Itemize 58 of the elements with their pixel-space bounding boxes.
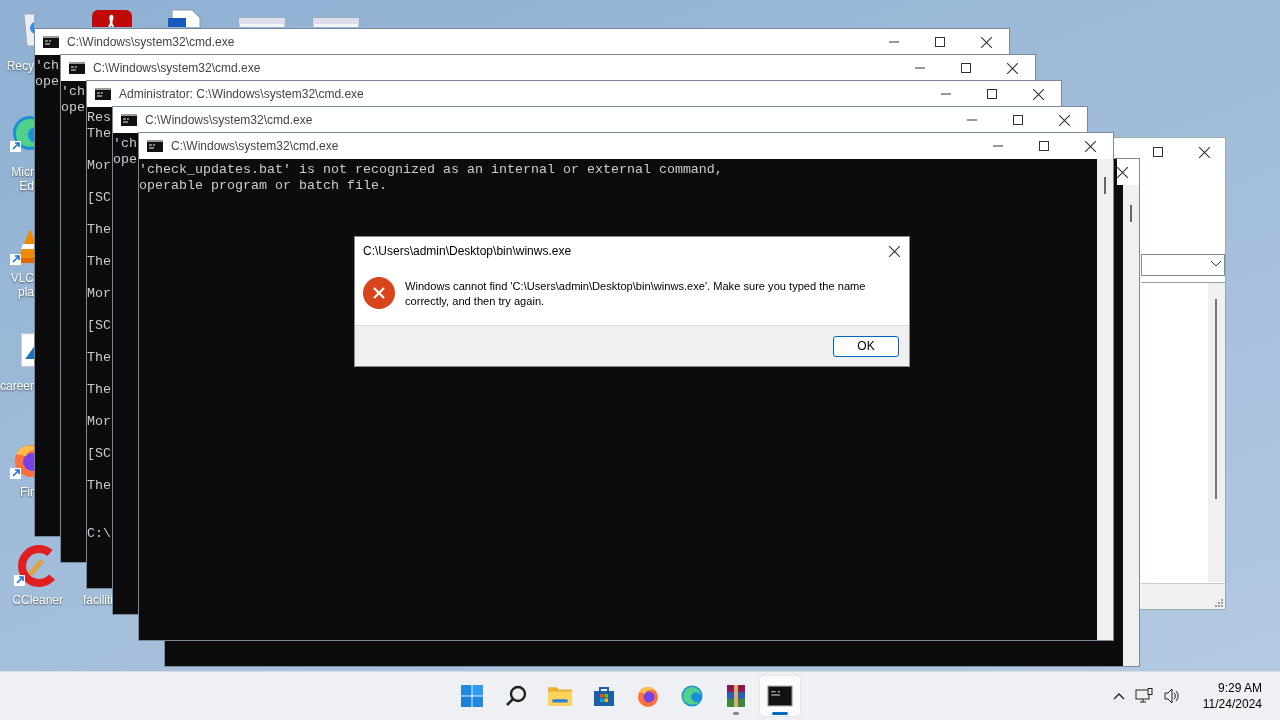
console-line: The	[87, 478, 111, 494]
terminal-icon	[147, 140, 163, 152]
scrollbar[interactable]	[1097, 159, 1113, 640]
close-icon[interactable]	[1117, 159, 1139, 185]
desktop-icon-label: career	[0, 379, 34, 393]
console-line: 'ch	[61, 84, 85, 100]
dialog-title: C:\Users\admin\Desktop\bin\winws.exe	[363, 244, 573, 258]
desktop-icon-label: Micr	[11, 165, 34, 179]
console-line: [SC	[87, 446, 111, 462]
console-line: Res	[87, 110, 111, 126]
console-line: ope	[35, 74, 59, 90]
desktop-icon-label: Recy	[6, 59, 34, 73]
desktop-icon-label: VLC	[10, 271, 34, 285]
terminal-icon	[69, 62, 85, 74]
desktop-icon-label: pla	[18, 285, 34, 299]
console-line: ope	[113, 152, 137, 168]
console-line: 'ch	[35, 58, 59, 74]
ok-button[interactable]: OK	[833, 335, 899, 357]
error-message: Windows cannot find 'C:\Users\admin\Desktop\bin\winws.exe'. Make sure you typed the name correctly, and then try again.	[405, 279, 867, 309]
console-line: Mor	[87, 158, 111, 174]
window-title: Administrator: C:\Windows\system32\cmd.exe	[119, 87, 365, 101]
image-icon[interactable]	[18, 332, 34, 368]
desktop-icon-label: Ed	[19, 179, 34, 193]
console-line: [SC	[87, 190, 111, 206]
console-line: The	[87, 382, 111, 398]
console-line: The	[87, 254, 111, 270]
window-title: C:\Windows\system32\cmd.exe	[171, 139, 340, 153]
console-line: operable program or batch file.	[139, 178, 387, 194]
pdf-icon[interactable]	[90, 8, 134, 27]
resize-grip-icon[interactable]	[1215, 599, 1223, 607]
console-line: Mor	[87, 414, 111, 430]
terminal-icon[interactable]	[760, 676, 801, 716]
console-line: [SC	[87, 318, 111, 334]
error-icon	[363, 277, 395, 309]
console-line: The	[87, 222, 111, 238]
desktop-icon-label: faciliti	[83, 593, 113, 607]
desktop-icon-label: CCleaner	[12, 593, 63, 607]
clock-date[interactable]: 11/24/2024	[1202, 696, 1262, 712]
window-title: C:\Windows\system32\cmd.exe	[145, 113, 314, 127]
network-icon[interactable]	[1134, 688, 1153, 704]
terminal-icon	[43, 36, 59, 48]
console-line: The	[87, 350, 111, 366]
chevron-down-icon[interactable]	[1211, 261, 1221, 267]
window-title: C:\Windows\system32\cmd.exe	[67, 35, 236, 49]
console-line: C:\	[87, 526, 111, 542]
desktop-icon-label: Fir	[20, 485, 34, 499]
console-line: The	[87, 126, 111, 142]
speaker-icon[interactable]	[1162, 688, 1181, 704]
console-line: 'check_updates.bat' is not recognized as an internal or external command,	[139, 162, 723, 178]
terminal-icon	[95, 88, 111, 100]
console-line: Mor	[87, 286, 111, 302]
terminal-icon	[121, 114, 137, 126]
chevron-up-icon[interactable]	[1112, 692, 1125, 700]
console-line: 'ch	[113, 136, 137, 152]
console-line: ope	[61, 100, 85, 116]
ccleaner-icon[interactable]	[14, 543, 58, 587]
clock-time[interactable]: 9:29 AM	[1217, 680, 1262, 696]
window-title: C:\Windows\system32\cmd.exe	[93, 61, 262, 75]
